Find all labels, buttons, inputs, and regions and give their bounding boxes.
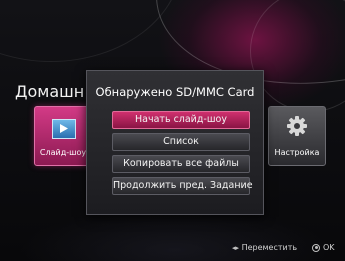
settings-tile[interactable]: Настройка <box>268 106 326 166</box>
tv-screen: Домашн Слайд-шоу Настройка Обнаружено SD… <box>0 0 345 261</box>
slideshow-tile[interactable]: Слайд-шоу <box>34 106 92 166</box>
move-hint: ◂▸ Переместить <box>232 243 297 252</box>
settings-tile-label: Настройка <box>274 148 320 157</box>
slideshow-tile-label: Слайд-шоу <box>39 148 87 157</box>
left-right-arrows-icon: ◂▸ <box>232 244 240 252</box>
ok-hint: OK <box>312 243 335 252</box>
ok-button-icon <box>312 243 320 252</box>
copy-all-files-button[interactable]: Копировать все файлы <box>112 155 250 173</box>
ok-hint-label: OK <box>323 243 335 252</box>
home-title: Домашн <box>15 82 85 101</box>
decorative-arc <box>0 0 182 62</box>
list-button[interactable]: Список <box>112 133 250 151</box>
sd-card-dialog: Обнаружено SD/MMC Card Начать слайд-шоу … <box>86 70 264 215</box>
start-slideshow-button[interactable]: Начать слайд-шоу <box>112 111 250 129</box>
slideshow-icon <box>52 119 76 139</box>
resume-previous-task-button[interactable]: Продолжить пред. Задание <box>112 177 253 195</box>
gear-icon <box>287 116 307 136</box>
move-hint-label: Переместить <box>241 243 298 252</box>
dialog-title: Обнаружено SD/MMC Card <box>95 85 255 99</box>
decorative-arc <box>250 0 345 112</box>
